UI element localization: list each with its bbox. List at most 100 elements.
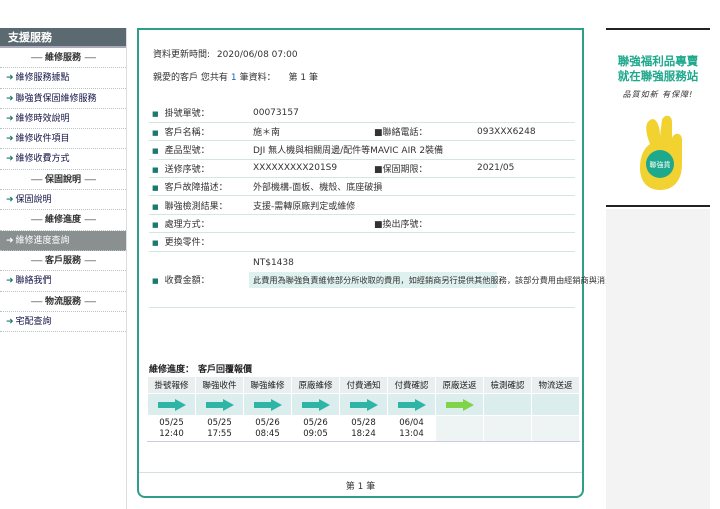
- section-label: 維修服務: [44, 53, 81, 63]
- section-dash: -----: [30, 215, 43, 226]
- bullet-icon: ■: [152, 110, 159, 119]
- order-no-label-text: 掛號單號：: [164, 109, 210, 120]
- step-date: 05/26: [255, 417, 280, 428]
- arrow-right-icon: ➜: [6, 73, 14, 84]
- section-dash: -----: [84, 53, 96, 63]
- fee-note: 此費用為聯強負責維修部分所收取的費用，如經銷商另行提供其他服務，該部分費用由經銷…: [249, 271, 662, 288]
- update-time-label: 資料更新時間:: [153, 50, 211, 60]
- sidebar-section-6: ----- 保固說明 -----: [0, 170, 126, 191]
- progress-step-arrow-cell: [147, 393, 196, 416]
- section-dash: -----: [84, 255, 96, 266]
- fee-label-text: 收費金額：: [164, 275, 210, 286]
- arrow-right-icon: [301, 398, 330, 411]
- progress-step-arrow-cell: [195, 393, 244, 416]
- warranty-label-text: 保固期限：: [382, 164, 428, 175]
- progress-step-label: 原廠維修: [291, 376, 340, 394]
- progress-step-date: 05/26 09:05: [291, 415, 340, 442]
- detail-row: ■ 聯強檢測結果： 支援-需轉原廠判定或維修: [149, 195, 575, 215]
- progress-step-date: 06/04 13:04: [387, 415, 436, 442]
- swap-label-text: 換出序號：: [382, 220, 428, 231]
- arrow-right-icon: ➜: [6, 154, 14, 165]
- detail-row: ■ 更換零件：: [149, 232, 575, 252]
- progress-step-arrow-cell: [531, 393, 580, 416]
- progress-step-date: 05/25 12:40: [147, 415, 196, 442]
- step-date: 05/25: [207, 417, 232, 428]
- step-time: 17:55: [207, 428, 232, 439]
- arrow-right-icon: [349, 398, 378, 411]
- check-label: ■ 聯強檢測結果：: [149, 195, 239, 215]
- promo-badge-text: 聯強貨: [650, 160, 671, 169]
- detail-row: ■ 客戶名稱： 施＊南 ■聯絡電話： 093XXX6248: [149, 122, 575, 142]
- step-time: 13:04: [399, 428, 424, 439]
- swap-label: ■換出序號：: [371, 214, 463, 234]
- progress-status: 客戶回覆報價: [198, 365, 253, 375]
- sidebar-item-9[interactable]: ➜ 維修進度查詢: [0, 230, 126, 251]
- progress-step-label: 原廠送返: [435, 376, 484, 394]
- progress-table: 掛號報修 聯強收件 聯強維修 原廠維修 付費通知 付費確認 原廠送返 檢測確認 物流送返 05/…: [147, 376, 580, 442]
- bullet-icon: ■: [152, 276, 159, 285]
- fault-label: ■ 客戶故障描述：: [149, 177, 239, 197]
- step-time: 12:40: [159, 428, 184, 439]
- right-banner-column: 聯強福利品專賣 就在聯強服務站 品質如新 有保障! 聯強貨: [598, 28, 720, 509]
- arrow-right-icon: ➜: [6, 316, 14, 327]
- bullet-icon: ■: [152, 165, 159, 174]
- check-label-text: 聯強檢測結果：: [164, 201, 228, 212]
- arrow-right-icon: [445, 398, 474, 411]
- detail-row: ■ 處理方式： ■換出序號：: [149, 214, 575, 234]
- sidebar-item-4[interactable]: ➜ 維修收件項目: [0, 129, 126, 150]
- order-no-label: ■ 掛號單號：: [149, 104, 239, 123]
- sidebar-item-5[interactable]: ➜ 維修收費方式: [0, 149, 126, 170]
- sidebar-item-label: 維修時效說明: [15, 113, 70, 124]
- customer-value: 施＊南: [239, 122, 371, 142]
- arrow-right-icon: [205, 398, 234, 411]
- bullet-icon: ■: [152, 129, 159, 138]
- promo-line-1: 聯強福利品專賣: [617, 54, 699, 68]
- promo-banner[interactable]: 聯強福利品專賣 就在聯強服務站 品質如新 有保障! 聯強貨: [606, 28, 710, 207]
- sidebar-item-1[interactable]: ➜ 維修服務據點: [0, 68, 126, 89]
- detail-row: ■ 產品型號： DJI 無人機與相關周邊/配件等MAVIC AIR 2裝備: [149, 140, 575, 160]
- sidebar-item-label: 維修收費方式: [15, 154, 70, 165]
- section-dash: -----: [84, 296, 96, 307]
- method-label-text: 處理方式：: [164, 220, 210, 231]
- progress-step-arrows: [147, 393, 580, 416]
- promo-line-3: 品質如新 有保障!: [622, 90, 694, 99]
- promo-line-2: 就在聯強服務站: [617, 69, 699, 83]
- arrow-right-icon: [397, 398, 426, 411]
- product-label-text: 產品型號：: [164, 146, 210, 157]
- progress-step-date: 05/26 08:45: [243, 415, 292, 442]
- section-label: 維修進度: [44, 215, 81, 226]
- bullet-icon: ■: [152, 202, 159, 211]
- sidebar-item-label: 維修收件項目: [15, 134, 70, 145]
- bullet-icon: ■: [374, 128, 383, 139]
- sidebar-list: ----- 維修服務 ----- ➜ 維修服務據點 ➜ 聯強貨保固維修服務 ➜ 維修時效說明…: [0, 48, 126, 333]
- sidebar-item-11[interactable]: ➜ 聯絡我們: [0, 271, 126, 292]
- swap-value: [463, 214, 575, 234]
- arrow-right-icon: ➜: [6, 93, 14, 104]
- progress-step-arrow-cell: [435, 393, 484, 416]
- section-dash: -----: [30, 53, 43, 63]
- parts-label: ■ 更換零件：: [149, 232, 239, 252]
- progress-step-arrow-cell: [483, 393, 532, 416]
- bullet-icon: ■: [152, 147, 159, 156]
- arrow-right-icon: ➜: [6, 195, 14, 206]
- sidebar-item-2[interactable]: ➜ 聯強貨保固維修服務: [0, 89, 126, 109]
- step-time: 09:05: [303, 428, 328, 439]
- serial-label: ■ 送修序號：: [149, 159, 239, 179]
- phone-label-text: 聯絡電話：: [382, 128, 428, 139]
- step-time: 18:24: [351, 428, 376, 439]
- phone-label: ■聯絡電話：: [371, 122, 463, 142]
- bullet-icon: ■: [374, 220, 383, 231]
- sidebar-item-3[interactable]: ➜ 維修時效說明: [0, 109, 126, 130]
- sidebar-item-7[interactable]: ➜ 保固說明: [0, 190, 126, 211]
- serial-value: XXXXXXXXX201S9: [239, 159, 371, 179]
- progress-step-arrow-cell: [291, 393, 340, 416]
- arrow-right-icon: [157, 398, 186, 411]
- fault-value: 外部機構-面板、機殼、底座破損: [239, 177, 575, 197]
- bullet-icon: ■: [152, 221, 159, 230]
- serial-label-text: 送修序號：: [164, 164, 210, 175]
- sidebar-section-0: ----- 維修服務 -----: [0, 48, 126, 69]
- sidebar-item-13[interactable]: ➜ 宅配查詢: [0, 312, 126, 333]
- progress-step-label: 付費通知: [339, 376, 388, 394]
- sidebar-item-label: 宅配查詢: [15, 316, 52, 327]
- section-dash: -----: [30, 255, 43, 266]
